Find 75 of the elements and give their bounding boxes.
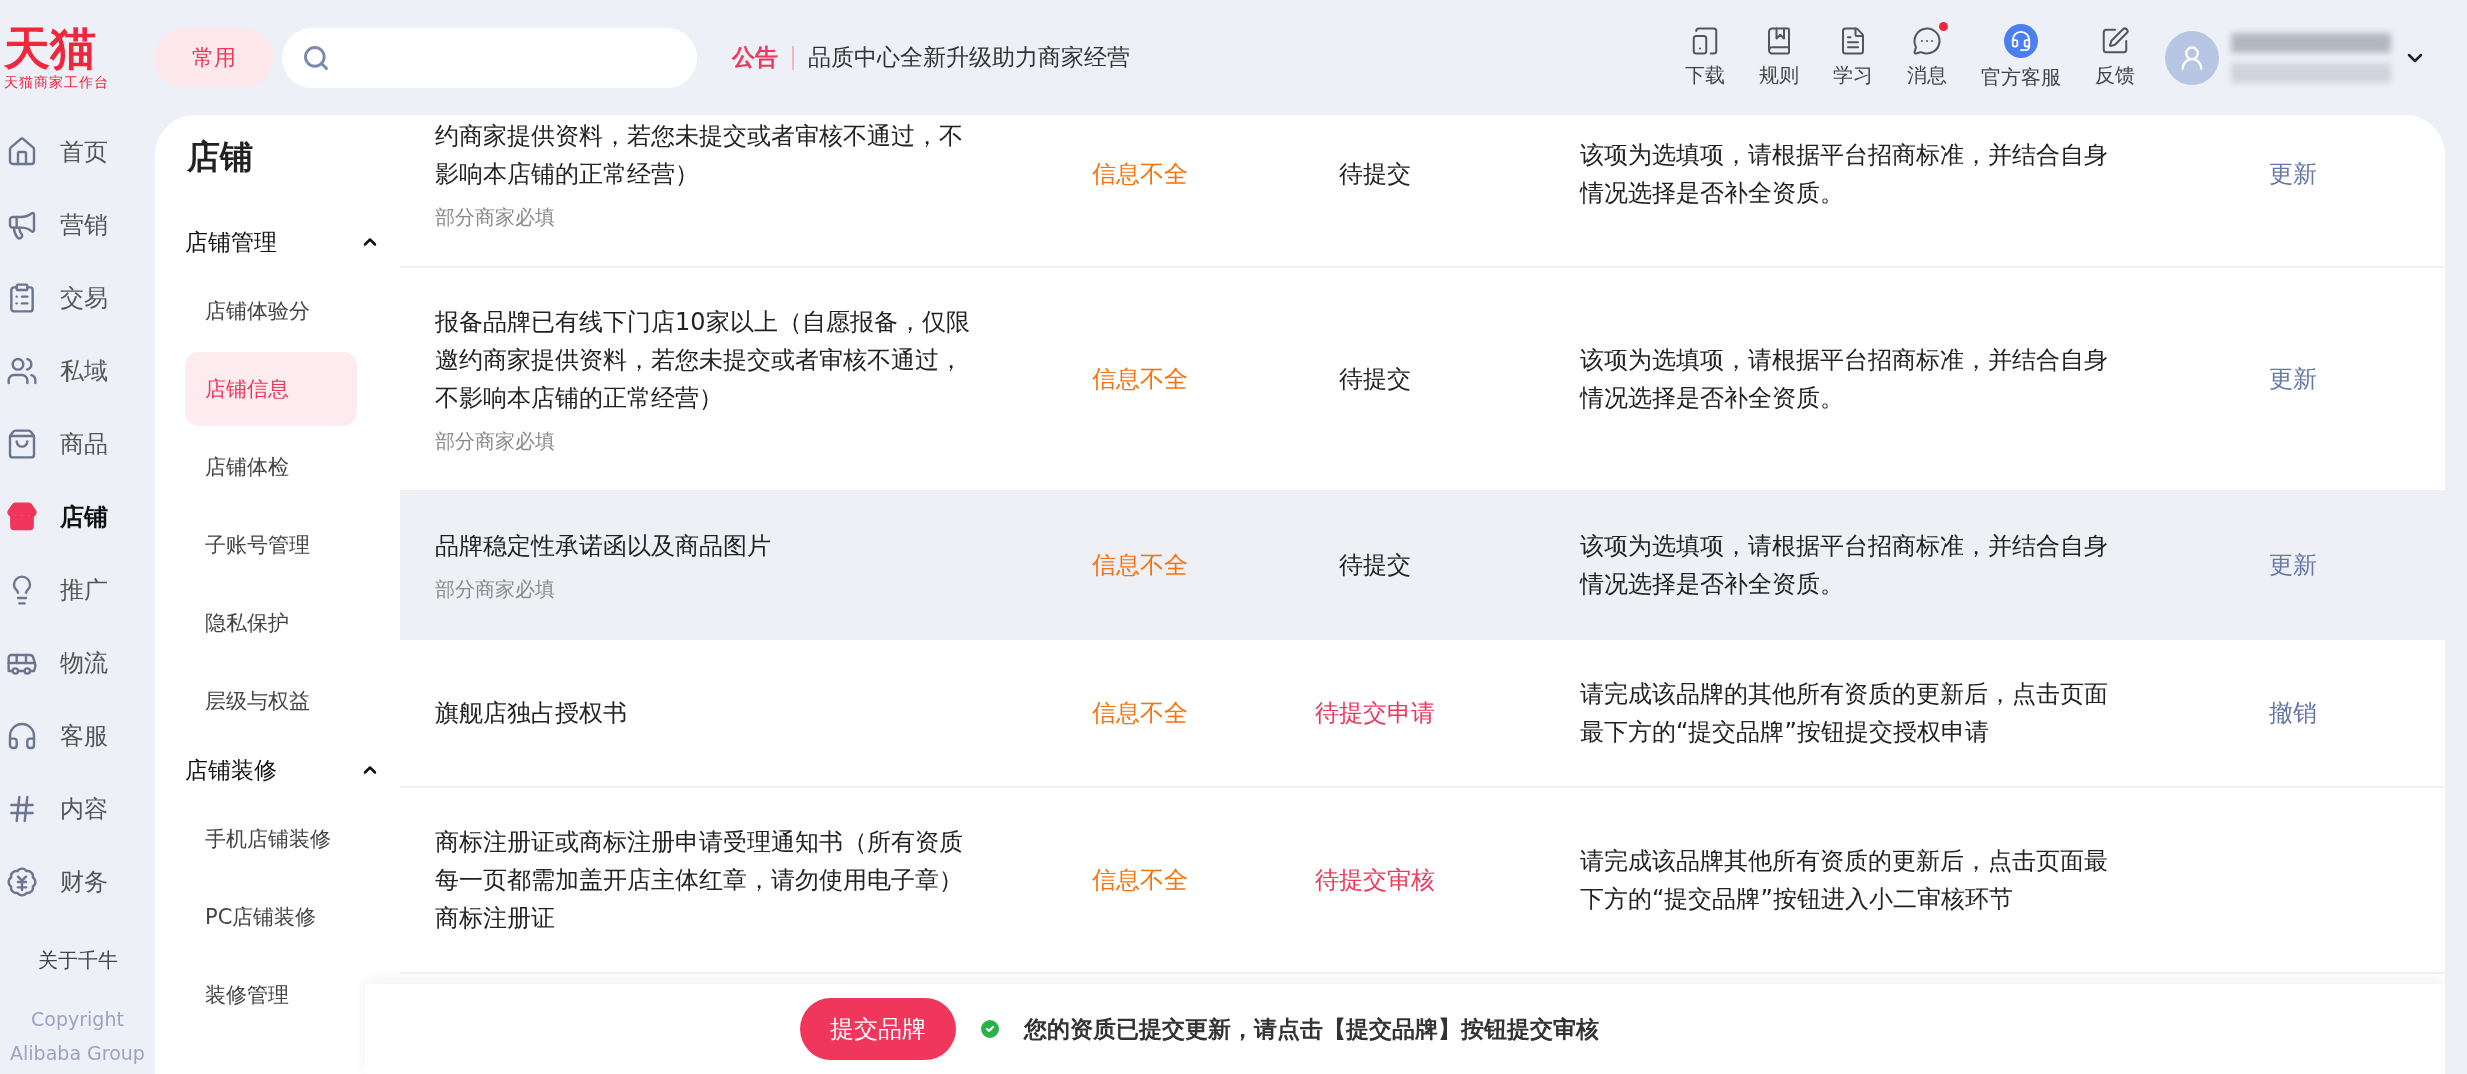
qualification-name: 商标注册证或商标注册申请受理通知书（所有资质每一页都需加盖开店主体红章，请勿使用电子章）商标注册证 [435,827,964,934]
description-text: 请完成该品牌其他所有资质的更新后，点击页面最下方的“提交品牌”按钮进入小二审核环节 [1580,846,2109,915]
nav-item[interactable]: 物流 [0,626,155,699]
home-icon [6,135,38,168]
bag-icon [6,427,38,460]
toolbar-button[interactable]: 学习 [1833,26,1873,89]
avatar[interactable] [2165,30,2219,85]
submit-status: 待提交 [1339,550,1411,581]
qualification-note: 部分商家必填 [435,204,556,231]
search-icon [302,43,330,72]
nav-item[interactable]: 营销 [0,188,155,261]
description-text: 该项为选填项，请根据平台招商标准，并结合自身情况选择是否补全资质。 [1580,531,2109,600]
submenu-item[interactable]: 隐私保护 [185,586,357,660]
copyright-text: Copyright [31,1008,124,1030]
qualification-name: 报备品牌已有线下门店10家以上（自愿报备，仅限邀约商家提供资料，若您未提交或者审核不通过，不影响本店铺的正常经营） [435,307,971,414]
info-status: 信息不全 [1092,159,1188,190]
submenu-item[interactable]: 层级与权益 [185,664,357,738]
info-status: 信息不全 [1092,698,1188,729]
qualification-name: 约商家提供资料，若您未提交或者审核不通过，不影响本店铺的正常经营） [435,121,964,190]
qualification-note: 部分商家必填 [435,428,556,455]
submit-status: 待提交 [1339,159,1411,190]
status-message: 您的资质已提交更新，请点击【提交品牌】按钮提交审核 [1024,1014,1599,1044]
info-status: 信息不全 [1092,550,1188,581]
description-text: 该项为选填项，请根据平台招商标准，并结合自身情况选择是否补全资质。 [1580,140,2109,209]
action-link[interactable]: 更新 [2268,546,2317,584]
qualification-note: 部分商家必填 [435,576,556,603]
logo-subtitle: 天猫商家工作台 [4,73,109,92]
yen-icon [6,865,38,898]
edit-note-icon [2100,26,2130,56]
action-link[interactable]: 更新 [2268,155,2317,193]
nav-item[interactable]: 店铺 [0,480,155,553]
qualification-name: 品牌稳定性承诺函以及商品图片 [435,531,772,562]
about-link[interactable]: 关于千牛 [37,937,118,996]
info-status: 信息不全 [1092,865,1188,896]
company-text: Alibaba Group [10,1042,145,1064]
action-link[interactable]: 更新 [2268,360,2317,398]
section-title: 店铺 [187,136,254,178]
toolbar-button[interactable]: 下载 [1685,26,1725,89]
notice-link[interactable]: 品质中心全新升级助力商家经营 [808,42,1130,73]
tablet-phone-icon [1690,26,1720,56]
description-text: 该项为选填项，请根据平台招商标准，并结合自身情况选择是否补全资质。 [1580,345,2109,414]
toolbar-button[interactable]: 规则 [1759,26,1799,89]
submenu-item[interactable]: 店铺体验分 [185,274,357,348]
action-link[interactable]: 撤销 [2268,694,2317,732]
submenu-item[interactable]: 店铺体检 [185,430,357,504]
description-text: 请完成该品牌的其他所有资质的更新后，点击页面最下方的“提交品牌”按钮提交授权申请 [1580,679,2109,748]
nav-item[interactable]: 客服 [0,699,155,772]
success-check-icon [978,1017,1002,1041]
toolbar-button[interactable]: 消息 [1907,26,1947,89]
qualification-name: 旗舰店独占授权书 [435,698,628,729]
notice-label: 公告 [732,43,778,72]
nav-item[interactable]: 商品 [0,407,155,480]
nav-item[interactable]: 推广 [0,553,155,626]
toolbar-button[interactable]: 反馈 [2095,26,2135,89]
toolbar-button[interactable]: 官方客服 [1981,24,2061,91]
nav-item[interactable]: 内容 [0,772,155,845]
nav-item[interactable]: 财务 [0,845,155,918]
menu-group-header[interactable]: 店铺管理 [175,212,380,272]
submenu-item[interactable]: 装修管理 [185,958,357,1032]
submit-brand-button[interactable]: 提交品牌 [800,998,956,1060]
support-agent-icon [2004,24,2038,58]
logo: 天猫 [4,23,96,74]
submenu-item[interactable]: 手机店铺装修 [185,802,357,876]
submit-status: 待提交审核 [1315,865,1435,896]
info-status: 信息不全 [1092,364,1188,395]
nav-item[interactable]: 私域 [0,334,155,407]
nav-item[interactable]: 首页 [0,115,155,188]
submit-status: 待提交 [1339,364,1411,395]
submenu-item[interactable]: 子账号管理 [185,508,357,582]
nav-item[interactable]: 交易 [0,261,155,334]
store-icon [6,500,38,533]
submit-status: 待提交申请 [1315,698,1435,729]
submenu-item[interactable]: PC店铺装修 [185,880,357,954]
menu-group-header[interactable]: 店铺装修 [175,740,380,800]
chat-bubble-icon [1912,26,1942,56]
